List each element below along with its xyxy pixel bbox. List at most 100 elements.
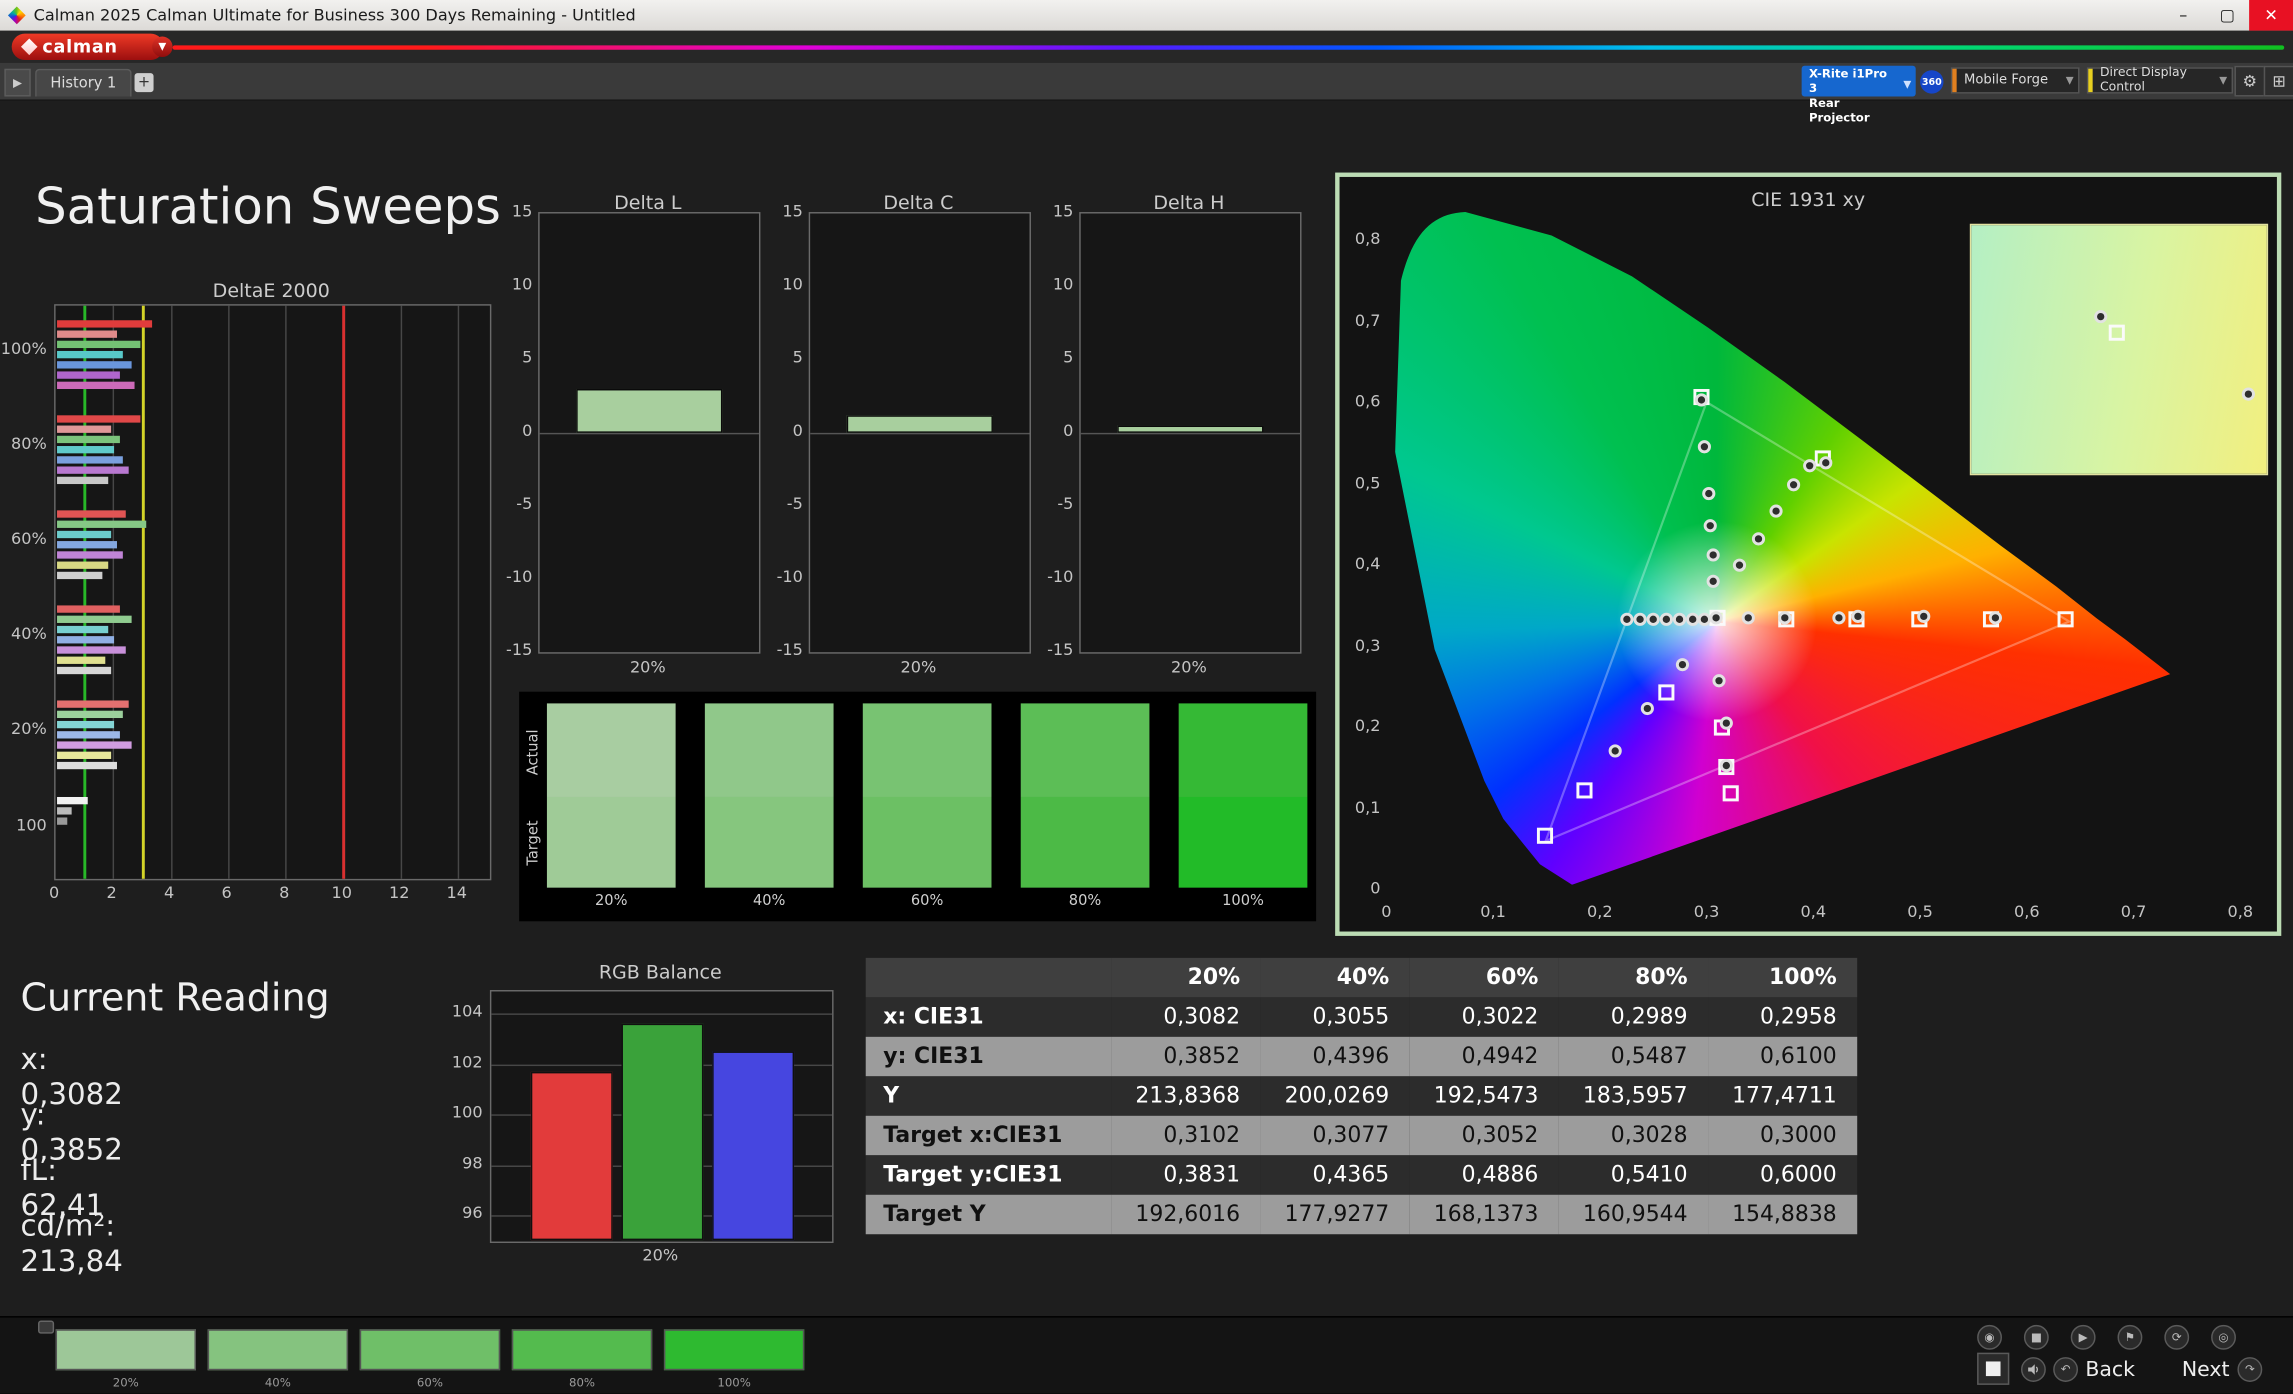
gridline (400, 305, 403, 879)
deltae-bar (57, 625, 109, 634)
deltae-bar (57, 350, 124, 359)
deltae-bar (57, 817, 68, 825)
cie-target-marker (2057, 610, 2074, 627)
back-button[interactable]: Back (2085, 1359, 2135, 1382)
table-cell: 0,3028 (1558, 1115, 1709, 1156)
cie-y-tick-label: 0,2 (1354, 716, 1381, 736)
display-control-button[interactable]: Direct Display Control ▼ (2086, 66, 2234, 95)
cie-x-tick-label: 0,1 (1480, 902, 1506, 922)
y-tick-label: 5 (522, 348, 533, 368)
x-tick-label: 12 (389, 883, 410, 903)
table-cell: 192,5473 (1409, 1076, 1559, 1116)
y-tick-label: -15 (506, 640, 533, 660)
cie-measured-marker (1802, 458, 1816, 473)
layout-button[interactable]: ⊞ (2263, 65, 2293, 97)
undo-arrow-icon: ↶ (2060, 1362, 2071, 1377)
deltae-bar (57, 561, 109, 569)
y-tick-label: -5 (516, 494, 533, 514)
deltae-bar (57, 340, 141, 349)
source-select-button[interactable]: Mobile Forge ▼ (1950, 67, 2080, 94)
cie-measured-marker (1719, 716, 1733, 730)
results-table: 20% 40% 60% 80% 100% x: CIE31 0,3082 0,3055 0,30… (865, 957, 1858, 1235)
toolbar: ▶ History 1 + (0, 62, 2293, 101)
y-tick-label: 10 (511, 274, 533, 294)
y-group-label: 20% (11, 719, 47, 739)
deltae-bar (57, 320, 152, 328)
stop-button[interactable]: ■ (2023, 1324, 2049, 1350)
inset-measured-marker (2093, 309, 2108, 324)
deltae-ylabels: 100% 80% 60% 40% 20% 100 (0, 304, 50, 877)
window-pattern-icon (1985, 1361, 2001, 1377)
deltae-bar (57, 571, 104, 580)
table-header-cell: 80% (1558, 957, 1709, 998)
gridline (228, 305, 230, 879)
pattern-window-button[interactable] (1977, 1352, 2010, 1385)
gear-icon: ⚙ (2242, 71, 2258, 91)
table-cell: 0,3082 (1111, 997, 1261, 1037)
deltae-plot (54, 304, 492, 881)
table-cell: 0,5487 (1558, 1036, 1709, 1077)
next-button[interactable]: Next (2182, 1359, 2230, 1382)
table-cell: 0,3052 (1409, 1115, 1559, 1156)
source-label: Mobile Forge (1963, 73, 2049, 88)
read-continuous-button[interactable]: ◉ (1977, 1324, 2002, 1350)
cie-x-tick-label: 0,2 (1587, 902, 1613, 922)
deltae-bar (57, 807, 72, 815)
cie-y-tick-label: 0,3 (1354, 635, 1381, 655)
speaker-button[interactable] (2020, 1357, 2046, 1382)
deltae-bar (57, 741, 132, 749)
cie-target-marker (1722, 785, 1739, 802)
refresh-button[interactable]: ⟳ (2164, 1324, 2190, 1350)
table-row-label: Target x:CIE31 (865, 1115, 1112, 1156)
x-tick-label: 8 (279, 883, 290, 903)
cie-measured-marker (1646, 612, 1660, 626)
next-icon-button[interactable]: ↷ (2237, 1357, 2263, 1382)
table-cell: 0,6000 (1708, 1155, 1858, 1195)
cie-target-marker (1575, 782, 1592, 799)
cie-measured-marker (1832, 610, 1847, 624)
table-cell: 154,8838 (1708, 1194, 1858, 1235)
swatch-column: 20% (546, 703, 676, 910)
settings-button[interactable]: ⚙ (2234, 65, 2266, 97)
deltae-xlabels: 0 2 4 6 8 10 12 14 (0, 883, 585, 903)
window-controls: – ▢ ✕ (2161, 0, 2293, 31)
table-cell: 213,8368 (1111, 1076, 1261, 1116)
y-tick-label: 102 (451, 1052, 483, 1072)
back-icon-button[interactable]: ↶ (2053, 1357, 2079, 1382)
cie-y-tick-label: 0,5 (1354, 473, 1381, 493)
deltae-bar (57, 510, 127, 518)
y-group-label: 80% (11, 434, 47, 454)
y-group-label: 100% (0, 339, 47, 359)
actual-row-label: Actual (525, 729, 542, 776)
chevron-down-icon: ▼ (2219, 74, 2228, 87)
power-button[interactable]: ◎ (2211, 1324, 2236, 1350)
maximize-button[interactable]: ▢ (2205, 0, 2249, 31)
calman-menu-caret-icon[interactable]: ▼ (152, 36, 173, 58)
table-cell: 0,4886 (1409, 1155, 1559, 1195)
meter-select-button[interactable]: X-Rite i1Pro 3 Rear Projector ▼ (1801, 65, 1916, 124)
delta-bar (846, 415, 993, 433)
flag-button[interactable]: ⚑ (2117, 1324, 2143, 1350)
calman-logo[interactable]: calman (11, 33, 164, 60)
cie-measured-marker (1608, 743, 1622, 757)
table-row-label: x: CIE31 (865, 997, 1112, 1037)
layout-grid-icon: ⊞ (2272, 71, 2286, 91)
swatch-label: 20% (595, 893, 628, 910)
cie-x-tick-label: 0,3 (1693, 902, 1720, 922)
x-tick-label: 20% (1171, 658, 1207, 678)
target-swatch (704, 796, 834, 888)
add-tab-button[interactable]: + (134, 73, 154, 93)
table-row-label: Y (865, 1076, 1112, 1116)
y-tick-label: 98 (462, 1153, 483, 1173)
deltae-bar (57, 720, 115, 729)
tab-history-1[interactable]: History 1 (35, 68, 132, 97)
minimize-button[interactable]: – (2161, 0, 2205, 31)
deltae-bar (57, 710, 124, 719)
panel-toggle-button[interactable]: ▶ (4, 68, 31, 97)
meter-line2: Rear Projector (1808, 96, 1870, 125)
delta-chart-plot (538, 212, 761, 654)
actual-swatch (1020, 703, 1150, 797)
play-button[interactable]: ▶ (2070, 1324, 2096, 1350)
deltae-bar (57, 435, 121, 444)
close-button[interactable]: ✕ (2249, 0, 2293, 31)
